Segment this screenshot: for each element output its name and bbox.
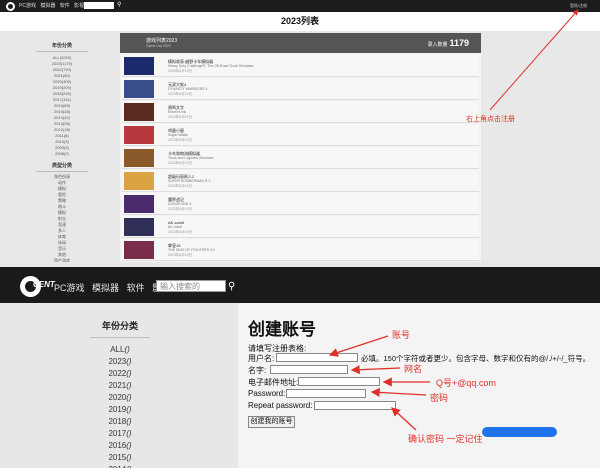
registration-screenshot: CENT PC游戏 模拟器 软件 影视 ⚲ 年份分类 ALL()2023()20…	[0, 262, 600, 468]
annotation-arrows	[328, 335, 430, 431]
site-overview-screenshot: PC游戏 模拟器 软件 影视 ⚲ 登陆/注册 2023列表 年份分类 ALL(3…	[0, 0, 600, 262]
composite-screenshot: PC游戏 模拟器 软件 影视 ⚲ 登陆/注册 2023列表 年份分类 ALL(3…	[0, 0, 600, 468]
annotation-arrow	[489, 9, 579, 111]
